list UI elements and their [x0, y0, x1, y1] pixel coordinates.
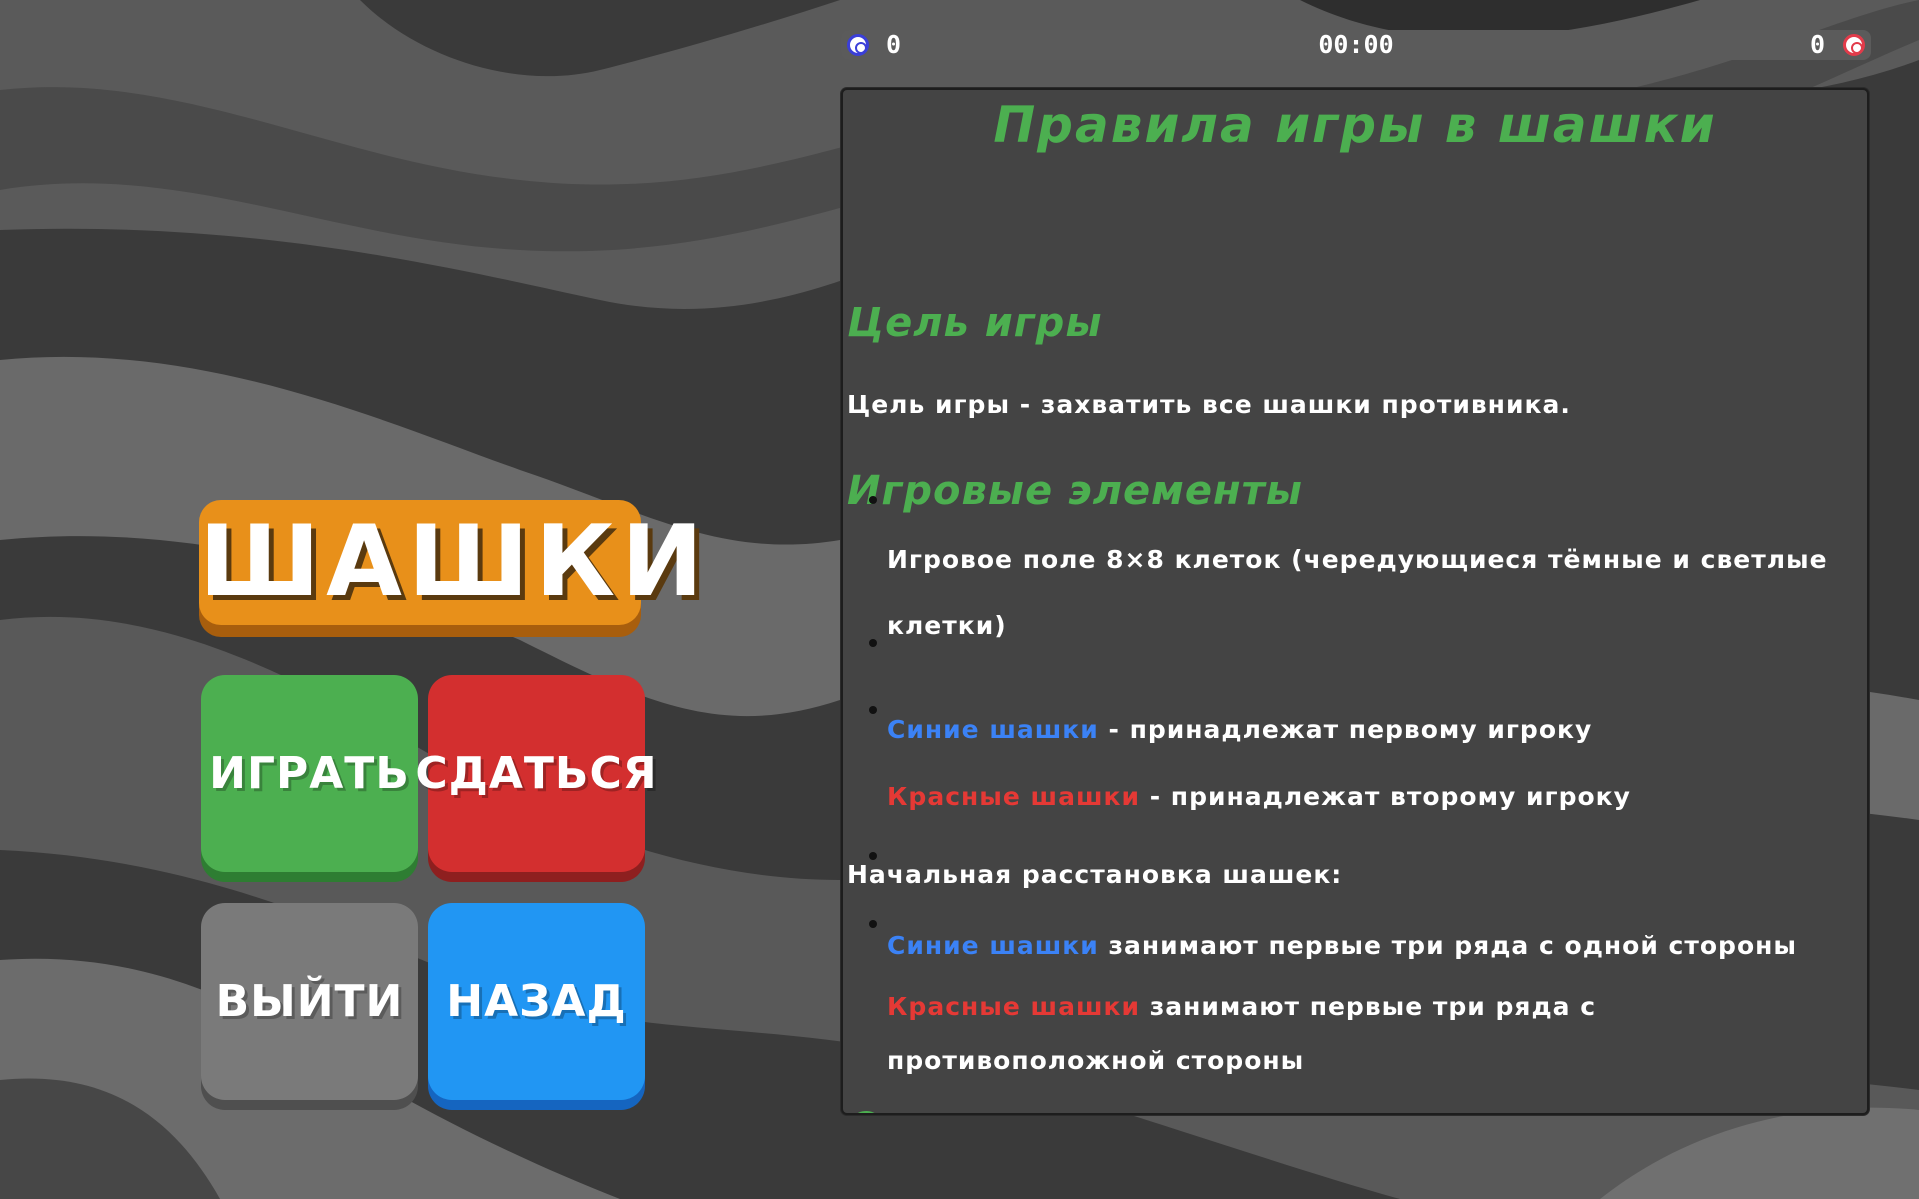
game-timer: 00:00	[1318, 30, 1394, 59]
bullet-icon	[869, 639, 877, 647]
score-bar: 0 00:00 0	[841, 30, 1871, 60]
red-pieces-item: Красные шашки - принадлежат второму игро…	[887, 764, 1865, 830]
surrender-button[interactable]: СДАТЬСЯ	[415, 675, 657, 872]
game-logo: ШАШКИ	[199, 500, 703, 625]
red-pieces-label: Красные шашки	[887, 782, 1141, 811]
blue-setup-text: занимают первые три ряда с одной стороны	[1098, 931, 1797, 960]
logo-text: ШАШКИ	[199, 505, 710, 619]
main-rules-heading: Основные правила	[847, 1105, 1299, 1113]
exit-button[interactable]: ВЫЙТИ	[201, 903, 418, 1100]
setup-text: Начальная расстановка шашек:	[847, 860, 1343, 889]
blue-setup-item: Синие шашки занимают первые три ряда с о…	[887, 913, 1865, 979]
blue-pieces-text: - принадлежат первому игроку	[1098, 715, 1593, 744]
goal-text: Цель игры - захватить все шашки противни…	[847, 390, 1571, 419]
blue-pieces-item: Синие шашки - принадлежат первому игроку	[887, 697, 1865, 763]
back-button[interactable]: НАЗАД	[428, 903, 645, 1100]
rules-panel[interactable]: Правила игры в шашки Цель игры Цель игры…	[841, 88, 1869, 1115]
play-button[interactable]: ИГРАТЬ	[201, 675, 418, 872]
red-setup-item: Красные шашки занимают первые три ряда с…	[887, 980, 1865, 1088]
bullet-icon	[869, 852, 877, 860]
goal-heading: Цель игры	[847, 300, 1103, 346]
red-score: 0	[1809, 30, 1825, 59]
elements-heading: Игровые элементы	[847, 468, 1303, 514]
red-setup-label: Красные шашки	[887, 992, 1141, 1021]
bullet-icon	[869, 706, 877, 714]
board-item: Игровое поле 8×8 клеток (чередующиеся тё…	[887, 545, 1828, 640]
blue-setup-label: Синие шашки	[887, 931, 1099, 960]
red-player-icon	[1843, 34, 1865, 56]
bullet-icon	[869, 920, 877, 928]
bullet-icon	[869, 496, 877, 504]
blue-pieces-label: Синие шашки	[887, 715, 1099, 744]
red-pieces-text: - принадлежат второму игроку	[1140, 782, 1631, 811]
rules-title: Правила игры в шашки	[993, 96, 1717, 154]
